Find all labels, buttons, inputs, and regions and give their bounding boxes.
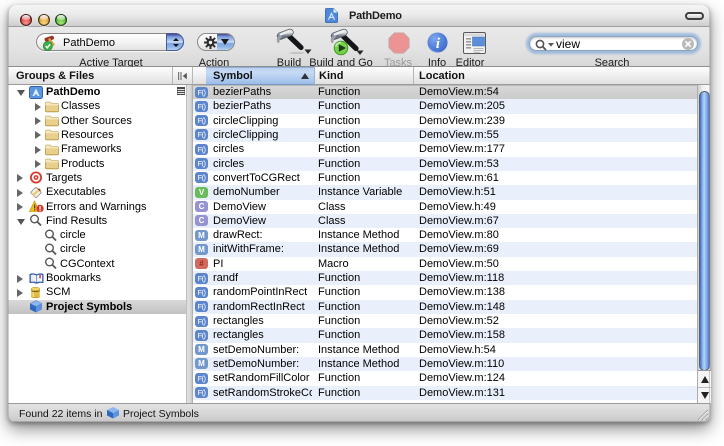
svg-text:i: i — [436, 36, 440, 52]
